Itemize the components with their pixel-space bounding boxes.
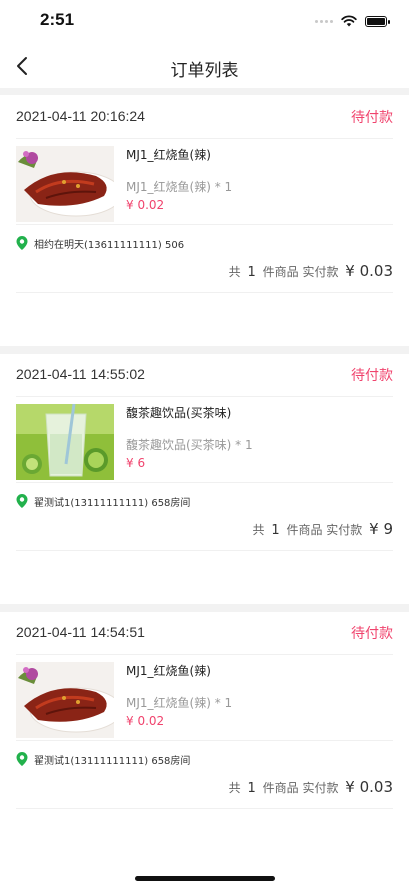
nav-bar: 订单列表 <box>0 46 409 88</box>
summary-label: 件商品 实付款 <box>262 265 339 279</box>
order-total: ¥ 0.03 <box>345 778 393 796</box>
item-count: 1 <box>247 781 256 796</box>
location-pin-icon <box>16 494 28 508</box>
section-divider <box>0 604 409 612</box>
location-pin-icon <box>16 752 28 766</box>
battery-icon <box>365 15 390 27</box>
order-total: ¥ 9 <box>369 520 393 538</box>
address-text: 相约在明天(13611111111) 506 <box>34 239 185 251</box>
order-header: 2021-04-11 14:55:02 待付款 <box>16 354 393 397</box>
summary-prefix: 共 <box>228 265 241 279</box>
product-spec: 馥茶趣饮品(买茶味) * 1 <box>126 438 253 452</box>
delivery-address: 翟测试1(13111111111) 658房间 <box>16 493 190 509</box>
section-divider <box>0 88 409 95</box>
home-indicator[interactable] <box>135 876 275 881</box>
section-divider <box>0 346 409 354</box>
location-pin-icon <box>16 236 28 250</box>
product-spec: MJ1_红烧鱼(辣) * 1 <box>126 696 233 710</box>
order-status-badge: 待付款 <box>351 626 393 642</box>
product-price: ¥ 0.02 <box>126 198 165 212</box>
order-summary: 共 1 件商品 实付款 ¥ 9 <box>16 514 393 551</box>
order-datetime: 2021-04-11 14:55:02 <box>16 366 145 382</box>
address-text: 翟测试1(13111111111) 658房间 <box>34 755 191 767</box>
wifi-icon <box>341 15 357 27</box>
summary-prefix: 共 <box>252 523 265 537</box>
order-total: ¥ 0.03 <box>345 262 393 280</box>
status-time: 2:51 <box>40 10 75 29</box>
summary-label: 件商品 实付款 <box>286 523 363 537</box>
delivery-address: 翟测试1(13111111111) 658房间 <box>16 751 190 767</box>
product-spec: MJ1_红烧鱼(辣) * 1 <box>126 180 233 194</box>
address-text: 翟测试1(13111111111) 658房间 <box>34 497 191 509</box>
signal-icon <box>315 19 333 23</box>
page-title: 订单列表 <box>170 61 239 81</box>
product-image <box>16 404 114 480</box>
item-count: 1 <box>247 265 256 280</box>
order-datetime: 2021-04-11 14:54:51 <box>16 624 145 640</box>
order-datetime: 2021-04-11 20:16:24 <box>16 108 145 124</box>
order-status-badge: 待付款 <box>351 110 393 126</box>
order-summary: 共 1 件商品 实付款 ¥ 0.03 <box>16 772 393 809</box>
product-name: MJ1_红烧鱼(辣) <box>126 664 211 678</box>
order-status-badge: 待付款 <box>351 368 393 384</box>
product-image <box>16 146 114 222</box>
order-item[interactable]: 馥茶趣饮品(买茶味) 馥茶趣饮品(买茶味) * 1 ¥ 6 <box>16 396 393 483</box>
order-card[interactable]: 2021-04-11 14:55:02 待付款 馥茶趣饮品(买茶味) 馥茶趣饮品… <box>0 354 409 604</box>
item-count: 1 <box>271 523 280 538</box>
order-header: 2021-04-11 20:16:24 待付款 <box>16 96 393 139</box>
delivery-address: 相约在明天(13611111111) 506 <box>16 235 184 251</box>
status-icons <box>315 14 390 28</box>
product-name: 馥茶趣饮品(买茶味) <box>126 406 232 420</box>
product-image <box>16 662 114 738</box>
order-item[interactable]: MJ1_红烧鱼(辣) MJ1_红烧鱼(辣) * 1 ¥ 0.02 <box>16 654 393 741</box>
summary-prefix: 共 <box>228 781 241 795</box>
product-name: MJ1_红烧鱼(辣) <box>126 148 211 162</box>
order-summary: 共 1 件商品 实付款 ¥ 0.03 <box>16 256 393 293</box>
status-bar: 2:51 <box>0 0 409 46</box>
order-card[interactable]: 2021-04-11 20:16:24 待付款 MJ1_红烧鱼(辣) MJ1_红… <box>0 96 409 346</box>
order-item[interactable]: MJ1_红烧鱼(辣) MJ1_红烧鱼(辣) * 1 ¥ 0.02 <box>16 138 393 225</box>
product-price: ¥ 6 <box>126 456 146 470</box>
order-card[interactable]: 2021-04-11 14:54:51 待付款 MJ1_红烧鱼(辣) MJ1_红… <box>0 612 409 862</box>
summary-label: 件商品 实付款 <box>262 781 339 795</box>
order-header: 2021-04-11 14:54:51 待付款 <box>16 612 393 655</box>
product-price: ¥ 0.02 <box>126 714 165 728</box>
